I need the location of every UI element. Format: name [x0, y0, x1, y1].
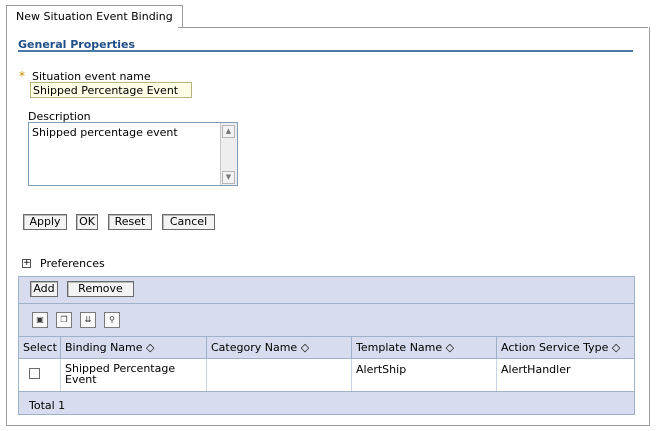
add-button[interactable]: Add	[30, 281, 58, 297]
deselect-all-icon[interactable]: ❐	[56, 312, 72, 328]
scroll-down-icon[interactable]: ▼	[222, 171, 235, 184]
preferences-label[interactable]: Preferences	[40, 257, 105, 270]
template-name-cell: AlertShip	[352, 359, 497, 391]
description-textarea[interactable]: Shipped percentage event ▲ ▼	[28, 122, 238, 186]
binding-name-cell: Shipped Percentage Event	[61, 359, 207, 391]
required-marker: *	[19, 69, 25, 83]
remove-button[interactable]: Remove	[67, 281, 134, 297]
tab-new-situation-event-binding[interactable]: New Situation Event Binding	[6, 5, 183, 28]
situation-event-name-field[interactable]: Shipped Percentage Event	[30, 82, 192, 98]
description-text: Shipped percentage event	[32, 126, 178, 139]
table-total: Total 1	[29, 399, 66, 412]
scroll-up-icon[interactable]: ▲	[222, 125, 235, 138]
row-select-cell	[19, 359, 61, 391]
bindings-table: Add Remove ▣ ❐ ⇊ ⚲ Select Binding Name ◇…	[18, 276, 635, 415]
column-binding-name[interactable]: Binding Name ◇	[61, 337, 207, 358]
tab-bar: New Situation Event Binding	[0, 0, 656, 28]
column-template-name-label: Template Name	[356, 341, 443, 354]
table-header: Select Binding Name ◇ Category Name ◇ Te…	[19, 337, 634, 359]
description-scrollbar[interactable]: ▲ ▼	[220, 123, 237, 185]
expand-preferences-icon[interactable]: +	[22, 259, 31, 268]
column-action-service-type-label: Action Service Type	[501, 341, 609, 354]
column-template-name[interactable]: Template Name ◇	[352, 337, 497, 358]
action-service-type-cell: AlertHandler	[501, 363, 571, 376]
section-divider	[18, 50, 633, 52]
expand-icon[interactable]: ⇊	[80, 312, 96, 328]
sort-icon[interactable]: ◇	[612, 341, 620, 354]
table-button-bar: Add Remove	[19, 277, 634, 304]
apply-button[interactable]: Apply	[23, 214, 67, 230]
reset-button[interactable]: Reset	[108, 214, 152, 230]
column-category-name[interactable]: Category Name ◇	[207, 337, 352, 358]
column-select: Select	[19, 337, 61, 358]
filter-icon[interactable]: ⚲	[104, 312, 120, 328]
sort-icon[interactable]: ◇	[446, 341, 454, 354]
select-all-icon[interactable]: ▣	[32, 312, 48, 328]
cancel-button[interactable]: Cancel	[162, 214, 215, 230]
table-row: Shipped Percentage Event AlertShip Alert…	[19, 359, 634, 392]
column-category-name-label: Category Name	[211, 341, 298, 354]
column-action-service-type[interactable]: Action Service Type ◇	[497, 337, 634, 358]
sort-icon[interactable]: ◇	[146, 341, 154, 354]
column-binding-name-label: Binding Name	[65, 341, 143, 354]
sort-icon[interactable]: ◇	[301, 341, 309, 354]
category-name-cell	[207, 359, 352, 391]
row-select-checkbox[interactable]	[29, 368, 40, 379]
ok-button[interactable]: OK	[76, 214, 98, 230]
